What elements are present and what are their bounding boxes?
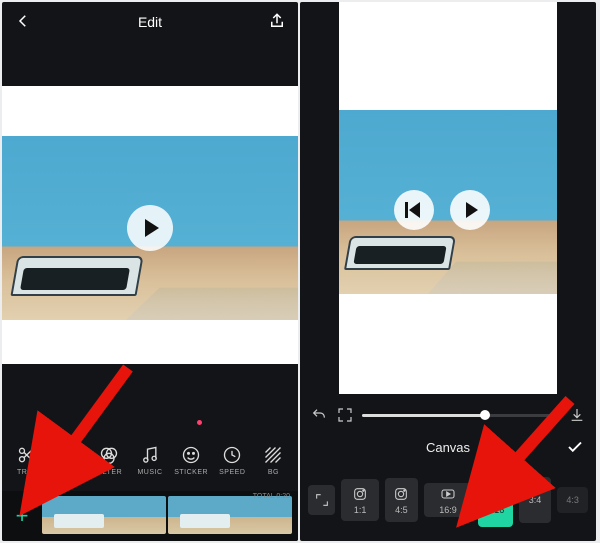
sticker-icon (180, 444, 202, 466)
play-button[interactable] (127, 205, 173, 251)
tool-trim[interactable]: TRIM (8, 444, 46, 476)
tool-canvas[interactable]: CANVAS (49, 444, 87, 476)
timeline: + TOTAL 0:20 (2, 491, 298, 541)
instagram-icon (393, 486, 409, 502)
ratio-picker: 1:1 4:5 16:9 9:16 3:4 4:3 (300, 471, 596, 529)
ratio-1-1[interactable]: 1:1 (341, 479, 379, 521)
youtube-icon (440, 486, 456, 502)
page-title: Edit (32, 14, 268, 30)
left-screen: Edit TRIM CANVAS FILTER (2, 2, 298, 541)
ratio-label: 9:16 (487, 505, 505, 515)
seek-bar[interactable] (362, 414, 560, 417)
header-bar: Edit (2, 2, 298, 42)
clip-thumb[interactable] (168, 496, 292, 534)
speed-icon (221, 444, 243, 466)
progress-bar-row (300, 400, 596, 430)
ratio-original[interactable] (308, 485, 335, 515)
instagram-icon (352, 486, 368, 502)
right-screen: Canvas 1:1 4:5 16:9 9:16 3: (300, 2, 596, 541)
expand-icon (314, 492, 330, 508)
ratio-label: 3:4 (529, 495, 542, 505)
filter-icon (98, 444, 120, 466)
brand-icon (488, 486, 504, 502)
ratio-label: 16:9 (439, 505, 457, 515)
tool-label: BG (268, 469, 279, 476)
bg-icon (262, 444, 284, 466)
tool-label: TRIM (17, 469, 36, 476)
clip-thumb[interactable] (42, 496, 166, 534)
undo-icon[interactable] (310, 406, 328, 424)
ratio-16-9[interactable]: 16:9 (424, 483, 473, 517)
notification-dot-icon (197, 420, 202, 425)
previous-button[interactable] (394, 190, 434, 230)
fullscreen-icon[interactable] (336, 406, 354, 424)
ratio-3-4[interactable]: 3:4 (519, 477, 552, 523)
tool-sticker[interactable]: STICKER (172, 444, 210, 476)
back-icon[interactable] (14, 12, 32, 33)
tool-label: MUSIC (137, 469, 162, 476)
ratio-4-5[interactable]: 4:5 (385, 478, 418, 522)
tool-bg[interactable]: BG (254, 444, 292, 476)
toolbar: TRIM CANVAS FILTER MUSIC STICKER SPE (2, 431, 298, 489)
ratio-label: 4:5 (395, 505, 408, 515)
tool-label: CANVAS (52, 469, 83, 476)
ratio-4-3[interactable]: 4:3 (557, 487, 588, 513)
tool-speed[interactable]: SPEED (213, 444, 251, 476)
tool-filter[interactable]: FILTER (90, 444, 128, 476)
video-preview[interactable] (339, 110, 557, 294)
tool-label: FILTER (96, 469, 123, 476)
timeline-total: TOTAL 0:20 (253, 493, 290, 500)
add-clip-button[interactable]: + (2, 491, 42, 541)
download-icon[interactable] (568, 406, 586, 424)
confirm-button[interactable] (566, 438, 586, 458)
play-button[interactable] (450, 190, 490, 230)
tool-label: SPEED (219, 469, 245, 476)
scissors-icon (16, 444, 38, 466)
ratio-label: 4:3 (566, 495, 579, 505)
music-icon (139, 444, 161, 466)
video-preview[interactable] (2, 136, 298, 320)
share-icon[interactable] (268, 12, 286, 33)
tool-label: STICKER (174, 469, 208, 476)
tool-music[interactable]: MUSIC (131, 444, 169, 476)
canvas-icon (57, 444, 79, 466)
ratio-label: 1:1 (354, 505, 367, 515)
clip-strip[interactable] (42, 496, 298, 536)
ratio-9-16[interactable]: 9:16 (478, 473, 512, 527)
section-title: Canvas (300, 440, 596, 455)
